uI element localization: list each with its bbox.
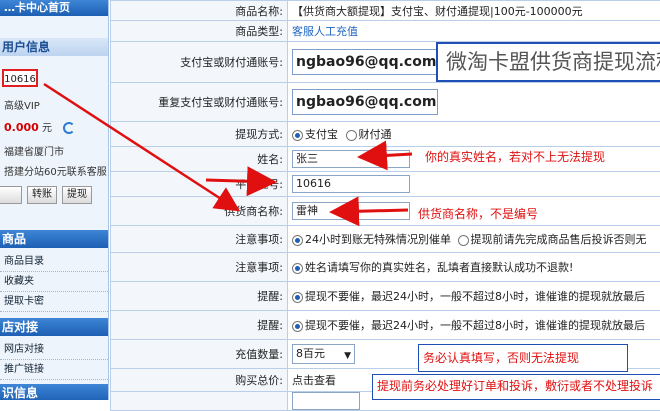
field-label: 支付宝或财付通账号:	[111, 42, 288, 83]
field-label: 购买总价:	[111, 369, 288, 392]
user-level: 高级VIP	[4, 97, 40, 112]
form-row: 提现方式: 支付宝 财付通	[111, 122, 660, 147]
form-row: 重复支付宝或财付通账号: ngbao96@qq.com	[111, 83, 660, 122]
field-label: 重复支付宝或财付通账号:	[111, 83, 288, 122]
quantity-value: 8百元	[296, 347, 325, 360]
sidebar-item-promo-link[interactable]: 推广链接	[0, 360, 108, 380]
balance-unit: 元	[42, 123, 52, 134]
sidebar-item-catalog[interactable]: 商品目录	[0, 252, 108, 272]
form-row: 注意事项: 24小时到账无特殊情况別催单 提现前请先完成商品售后投诉否则无	[111, 226, 660, 253]
refresh-icon[interactable]	[63, 122, 75, 134]
field-label: 充值数量:	[111, 340, 288, 369]
form-row: 注意事项: 姓名请填写你的真实姓名，乱填者直接默认成功不退款!	[111, 253, 660, 282]
chevron-down-icon: ▼	[344, 347, 351, 365]
product-type: 客服人工充值	[288, 21, 660, 42]
sidebar-item-extract-cards[interactable]: 提取卡密	[0, 292, 108, 312]
field-label: 商品类型:	[111, 21, 288, 42]
remind-radio-2[interactable]	[292, 321, 303, 332]
notice-option-2: 提现前请先完成商品售后投诉否则无	[471, 233, 647, 246]
alipay-radio[interactable]	[292, 130, 303, 141]
form-row: 提醒: 提现不要催，最迟24小时，一般不超过8小时，谁催谁的提现就放最后	[111, 282, 660, 311]
tenpay-label: 财付通	[359, 128, 392, 141]
remind-option-2: 提现不要催，最迟24小时，一般不超过8小时，谁催谁的提现就放最后	[305, 319, 645, 332]
notice-radio-2[interactable]	[458, 235, 469, 246]
sidebar: …卡中心首页 用户信息 10616 高级VIP 0.000 元 福建省厦门市 搭…	[0, 0, 109, 400]
transfer-button[interactable]: 转账	[27, 186, 57, 204]
remind-option-1: 提现不要催，最迟24小时，一般不超过8小时，谁催谁的提现就放最后	[305, 290, 645, 303]
supplier-name-input[interactable]: 雷神	[292, 202, 410, 220]
recharge-button[interactable]	[0, 186, 22, 204]
store-header: 店对接	[0, 318, 109, 336]
user-id: 10616	[2, 69, 38, 87]
name-input[interactable]: 张三	[292, 150, 410, 168]
balance-value: 0.000	[4, 121, 39, 134]
field-label: 供货商名称:	[111, 197, 288, 226]
account-input[interactable]: ngbao96@qq.com	[292, 49, 438, 75]
user-region: 福建省厦门市	[4, 143, 64, 158]
notice-option-1: 24小时到账无特殊情况別催单	[305, 233, 451, 246]
bottom-note: 提现前务必处理好订单和投诉，敷衍或者不处理投诉	[372, 374, 660, 400]
supplier-note: 供货商名称，不是编号	[418, 205, 538, 222]
product-name: 【供货商大额提现】支付宝、财付通提现|100元-100000元	[288, 1, 660, 21]
field-label: 注意事项:	[111, 253, 288, 282]
field-label: 提现方式:	[111, 122, 288, 147]
sidebar-top-title[interactable]: …卡中心首页	[0, 0, 108, 16]
form-row: 商品名称: 【供货商大额提现】支付宝、财付通提现|100元-100000元	[111, 1, 660, 21]
extra-input[interactable]	[292, 392, 360, 410]
notice-option-3: 姓名请填写你的真实姓名，乱填者直接默认成功不退款!	[305, 261, 573, 274]
field-label: 平台编号:	[111, 172, 288, 197]
user-info-header: 用户信息	[0, 38, 109, 56]
withdraw-button[interactable]: 提现	[62, 186, 92, 204]
form-row: 商品类型: 客服人工充值	[111, 21, 660, 42]
bottom-header: 识信息	[0, 384, 109, 400]
tenpay-radio[interactable]	[346, 130, 357, 141]
field-label: 商品名称:	[111, 1, 288, 21]
form-row: 供货商名称: 雷神	[111, 197, 660, 226]
field-label: 提醒:	[111, 311, 288, 340]
notice-radio-1[interactable]	[292, 235, 303, 246]
form-row: 提醒: 提现不要催，最迟24小时，一般不超过8小时，谁催谁的提现就放最后	[111, 311, 660, 340]
repeat-account-input[interactable]: ngbao96@qq.com	[292, 89, 438, 115]
name-note: 你的真实姓名，若对不上无法提现	[425, 148, 605, 165]
sidebar-item-store-link[interactable]: 网店对接	[0, 340, 108, 360]
alipay-label: 支付宝	[305, 128, 338, 141]
platform-id-input[interactable]: 10616	[292, 175, 410, 193]
field-label: 提醒:	[111, 282, 288, 311]
field-label: 姓名:	[111, 147, 288, 172]
notice-radio-3[interactable]	[292, 263, 303, 274]
form-row: 平台编号: 10616	[111, 172, 660, 197]
balance-row: 0.000 元	[4, 119, 75, 134]
sidebar-item-favorites[interactable]: 收藏夹	[0, 272, 108, 292]
promo-text[interactable]: 搭建分站60元联系客服	[4, 163, 107, 178]
quantity-select[interactable]: 8百元 ▼	[292, 344, 355, 364]
title-annotation-box: 微淘卡盟供货商提现流程	[436, 42, 660, 82]
goods-header: 商品	[0, 230, 109, 248]
fill-note: 务必认真填写，否则无法提现	[418, 344, 628, 372]
field-label	[111, 392, 288, 411]
field-label: 注意事项:	[111, 226, 288, 253]
remind-radio-1[interactable]	[292, 292, 303, 303]
